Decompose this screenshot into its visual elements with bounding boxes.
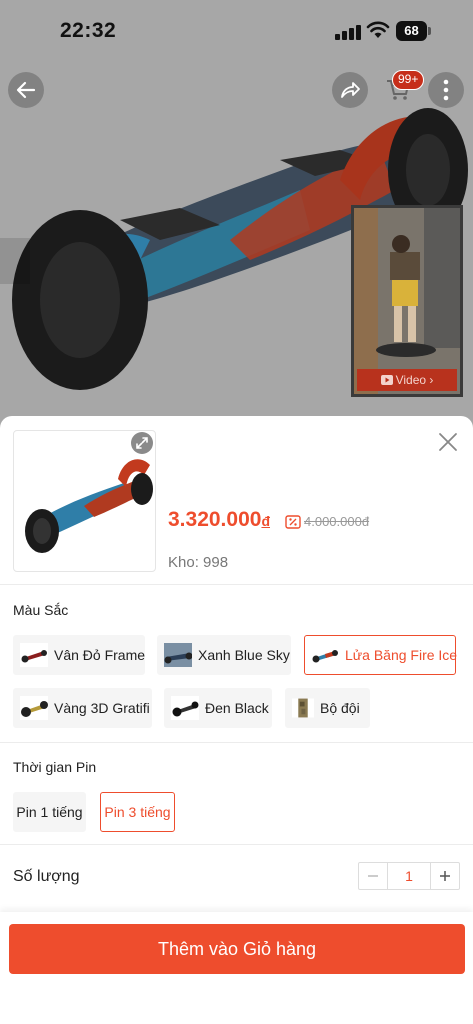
wifi-icon <box>366 21 390 38</box>
increase-quantity-button[interactable] <box>431 863 459 889</box>
color-option-lua-bang-fire-ice[interactable]: Lửa Băng Fire Ice <box>304 635 457 675</box>
sheet-footer: Thêm vào Giỏ hàng <box>0 912 473 1024</box>
divider <box>0 742 473 743</box>
variant-thumbnail <box>311 643 339 667</box>
status-time: 22:32 <box>60 19 117 42</box>
color-option-vang-3d-gratifi[interactable]: Vàng 3D Gratifi <box>13 688 152 728</box>
video-label[interactable]: Video › <box>357 369 457 391</box>
cellular-signal-icon <box>335 24 361 40</box>
color-option-label: Vàng 3D Gratifi <box>54 700 150 716</box>
color-option-label: Bộ đội <box>320 700 360 716</box>
color-option-label: Lửa Băng Fire Ice <box>345 647 458 663</box>
divider <box>0 584 473 585</box>
plus-icon <box>440 871 450 881</box>
variant-selection-sheet: 3.320.000đ 4.000.000đ Kho: 998 Màu Sắc V… <box>0 416 473 1024</box>
variant-thumbnail <box>171 696 199 720</box>
discount-tag-icon <box>285 515 301 529</box>
variant-thumbnail <box>20 643 48 667</box>
battery-section-title: Thời gian Pin <box>13 759 97 775</box>
variant-thumbnail <box>20 696 48 720</box>
battery-level: 68 <box>396 21 427 41</box>
image-nav-tab[interactable] <box>0 238 30 284</box>
variant-thumbnail <box>292 698 314 718</box>
decrease-quantity-button[interactable] <box>359 863 387 889</box>
color-option-label: Xanh Blue Sky <box>198 647 290 663</box>
divider <box>0 844 473 845</box>
stock-count: Kho: 998 <box>168 554 229 571</box>
quantity-input[interactable]: 1 <box>387 863 431 889</box>
quantity-label: Số lượng <box>13 868 80 885</box>
battery-icon: 68 <box>396 21 432 41</box>
color-option-label: Đen Black <box>205 700 269 716</box>
close-icon[interactable] <box>436 430 460 454</box>
add-to-cart-button[interactable]: Thêm vào Giỏ hàng <box>9 924 465 974</box>
expand-icon <box>136 437 148 449</box>
video-label-text: Video <box>395 373 427 387</box>
product-video-thumbnail[interactable]: Video › <box>351 205 463 397</box>
color-section-title: Màu Sắc <box>13 602 69 618</box>
color-option-xanh-blue-sky[interactable]: Xanh Blue Sky <box>157 635 291 675</box>
battery-option-3h[interactable]: Pin 3 tiếng <box>100 792 175 832</box>
sale-price: 3.320.000đ <box>168 508 270 532</box>
color-option-bo-doi[interactable]: Bộ đội <box>285 688 370 728</box>
cart-count-badge: 99+ <box>392 70 425 90</box>
product-page-overlay[interactable]: 22:32 68 99+ Video › <box>0 0 473 430</box>
minus-icon <box>368 875 378 877</box>
color-option-van-do-frame[interactable]: Vân Đỏ Frame <box>13 635 145 675</box>
battery-option-1h[interactable]: Pin 1 tiếng <box>13 792 86 832</box>
hoverboard-thumbnail <box>25 459 153 553</box>
variant-thumbnail <box>164 643 192 667</box>
color-option-label: Vân Đỏ Frame <box>54 647 146 663</box>
expand-image-button[interactable] <box>131 432 153 454</box>
video-preview-image <box>354 208 460 394</box>
original-price: 4.000.000đ <box>304 514 370 529</box>
status-bar: 22:32 68 <box>0 0 473 60</box>
sale-price-value: 3.320.000 <box>168 508 262 531</box>
price-currency: đ <box>261 513 270 529</box>
quantity-stepper: 1 <box>358 862 460 890</box>
color-option-den-black[interactable]: Đen Black <box>164 688 272 728</box>
play-icon <box>380 375 393 385</box>
